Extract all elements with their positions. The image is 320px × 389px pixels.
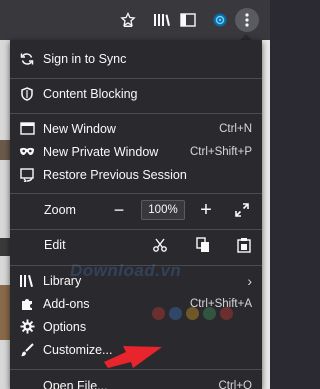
restore-session-icon: [19, 167, 35, 183]
restore-previous-session-item[interactable]: Restore Previous Session: [10, 163, 262, 186]
edit-row: Edit: [10, 233, 262, 257]
new-private-window-label: New Private Window: [43, 144, 159, 159]
new-private-window-item[interactable]: New Private Window Ctrl+Shift+P: [10, 140, 262, 163]
page-content-right-edge: [262, 40, 270, 389]
sidebar-icon[interactable]: [176, 8, 200, 32]
sign-in-to-sync-item[interactable]: Sign in to Sync: [10, 47, 262, 70]
new-window-shortcut: Ctrl+N: [219, 122, 252, 135]
extension-icon[interactable]: [208, 8, 232, 32]
browser-toolbar: [0, 0, 270, 40]
private-mask-icon: [19, 144, 35, 160]
watermark-dots: [152, 307, 233, 320]
watermark-dot: [152, 307, 165, 320]
watermark-dot: [220, 307, 233, 320]
open-file-shortcut: Ctrl+O: [218, 379, 252, 389]
menu-separator: [10, 193, 262, 194]
add-ons-label: Add-ons: [43, 296, 90, 311]
open-file-label: Open File...: [43, 378, 108, 389]
menu-icon[interactable]: [235, 8, 259, 32]
paintbrush-icon: [19, 342, 35, 358]
copy-icon[interactable]: [193, 235, 213, 255]
new-private-window-shortcut: Ctrl+Shift+P: [190, 145, 252, 158]
open-file-item[interactable]: Open File... Ctrl+O: [10, 374, 262, 389]
new-window-icon: [19, 121, 35, 137]
content-blocking-item[interactable]: Content Blocking: [10, 82, 262, 105]
new-window-item[interactable]: New Window Ctrl+N: [10, 117, 262, 140]
menu-separator: [10, 113, 262, 114]
library-icon: [19, 273, 35, 289]
page-image-strip: [0, 140, 10, 160]
edit-label: Edit: [44, 238, 66, 252]
star-badge-icon[interactable]: [116, 8, 140, 32]
gear-icon: [19, 319, 35, 335]
menu-separator: [10, 78, 262, 79]
sign-in-to-sync-label: Sign in to Sync: [43, 51, 127, 66]
watermark-dot: [169, 307, 182, 320]
paste-icon[interactable]: [234, 235, 254, 255]
sync-icon: [19, 51, 35, 67]
watermark-dot: [203, 307, 216, 320]
library-icon[interactable]: [150, 8, 174, 32]
page-image-strip: [0, 238, 10, 256]
puzzle-icon: [19, 296, 35, 312]
restore-previous-session-label: Restore Previous Session: [43, 167, 187, 182]
zoom-in-button[interactable]: +: [196, 199, 216, 221]
chevron-right-icon: ›: [247, 272, 252, 289]
fullscreen-icon[interactable]: [232, 200, 252, 220]
shield-icon: [19, 86, 35, 102]
zoom-out-button[interactable]: −: [109, 200, 129, 220]
zoom-label: Zoom: [44, 203, 76, 217]
menu-separator: [10, 229, 262, 230]
watermark-text: Download.vn: [70, 261, 182, 280]
page-image-strip: [0, 285, 10, 340]
app-menu-panel: Sign in to Sync Content Blocking New Win…: [10, 40, 262, 389]
options-label: Options: [43, 319, 87, 334]
zoom-reset-button[interactable]: 100%: [141, 200, 185, 220]
zoom-row: Zoom − 100% +: [10, 199, 262, 221]
annotation-arrow-icon: [104, 346, 162, 368]
watermark-dot: [186, 307, 199, 320]
new-window-label: New Window: [43, 121, 116, 136]
content-blocking-label: Content Blocking: [43, 86, 138, 101]
cut-icon[interactable]: [150, 235, 170, 255]
